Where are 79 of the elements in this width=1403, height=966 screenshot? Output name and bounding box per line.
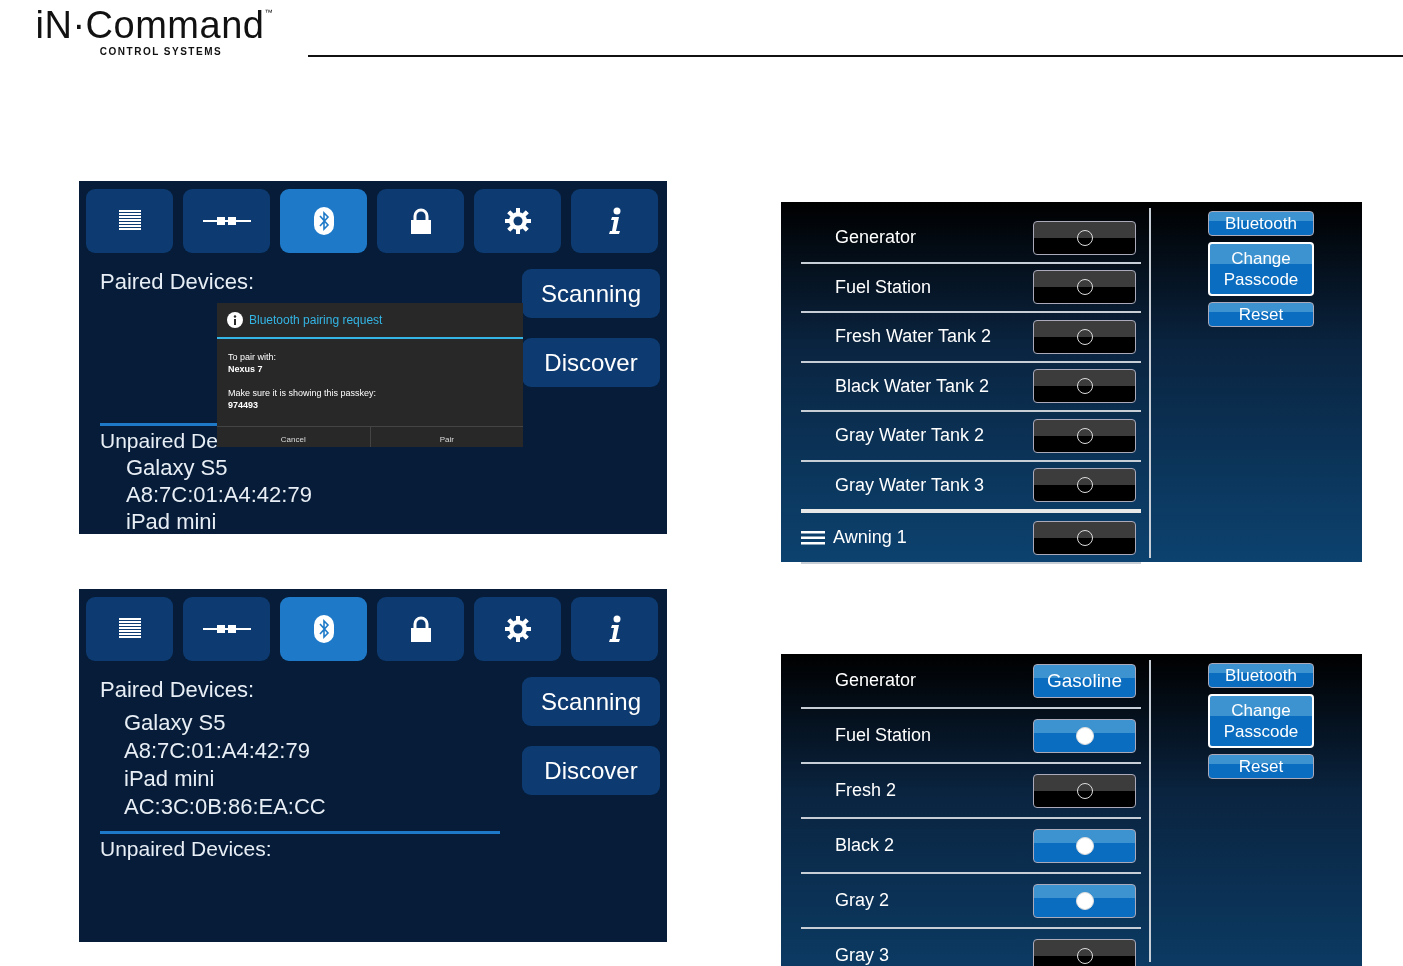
device-label: Awning 1 — [833, 527, 908, 548]
info-icon — [606, 207, 623, 235]
dialog-title: Bluetooth pairing request — [249, 313, 383, 327]
list-icon — [117, 617, 142, 641]
tab[interactable] — [377, 597, 464, 661]
panel-button[interactable]: Reset — [1208, 302, 1314, 327]
toggle-switch[interactable] — [1033, 319, 1136, 354]
device-entry[interactable]: A8:7C:01:A4:42:79 — [100, 737, 522, 765]
panel-button[interactable]: Change Passcode — [1208, 694, 1314, 748]
device-label: Fresh 2 — [834, 780, 898, 801]
device-entry[interactable]: Galaxy S5 — [100, 709, 522, 737]
toggle-switch[interactable] — [1033, 718, 1136, 753]
dialog-text: Nexus 7 — [228, 363, 264, 375]
device-entry[interactable]: A8:7C:01:A4:42:79 — [100, 481, 522, 508]
section-heading: Unpaired De — [100, 428, 218, 454]
device-label: Gray 2 — [834, 890, 891, 911]
bluetooth-icon — [313, 207, 334, 235]
device-label: Black Water Tank 2 — [834, 375, 991, 397]
bluetooth-icon — [313, 615, 334, 643]
device-label: Generator — [834, 670, 918, 691]
panel-button[interactable]: Reset — [1208, 754, 1314, 779]
panel-button[interactable]: Bluetooth — [1208, 211, 1314, 236]
connector-icon — [202, 215, 251, 227]
tab[interactable] — [474, 189, 561, 253]
section-heading: Paired Devices: — [100, 677, 256, 703]
toggle-switch[interactable] — [1033, 773, 1136, 808]
dialog-button[interactable]: Cancel — [217, 427, 370, 447]
info-icon — [227, 312, 243, 328]
device-entry[interactable]: iPad mini — [100, 765, 522, 793]
device-entry[interactable]: iPad mini — [100, 508, 522, 535]
connector-icon — [202, 623, 251, 635]
tab[interactable] — [571, 597, 658, 661]
device-entry[interactable]: AC:3C:0B:86:EA:CC — [100, 793, 522, 821]
logo-tagline: CONTROL SYSTEMS — [99, 46, 223, 57]
toggle-switch[interactable] — [1033, 883, 1136, 918]
toggle-switch[interactable] — [1033, 418, 1136, 453]
device-label: Gray Water Tank 3 — [834, 474, 986, 496]
tab[interactable] — [377, 189, 464, 253]
lock-icon — [409, 208, 432, 234]
toggle-switch[interactable] — [1033, 828, 1136, 863]
toggle-switch[interactable] — [1033, 369, 1136, 404]
device-label: Gray Water Tank 2 — [834, 425, 986, 447]
device-label: Fuel Station — [834, 725, 933, 746]
drag-handle-icon[interactable] — [801, 530, 825, 545]
trademark: ™ — [264, 8, 273, 17]
dropdown-button[interactable]: Gasoline — [1033, 663, 1136, 698]
info-icon — [606, 615, 623, 643]
device-label: Fresh Water Tank 2 — [834, 326, 993, 348]
device-entry[interactable]: Galaxy S5 — [100, 454, 522, 481]
toggle-switch[interactable] — [1033, 938, 1136, 966]
device-label: Fuel Station — [834, 276, 933, 298]
tab[interactable] — [183, 189, 270, 253]
list-icon — [117, 209, 142, 233]
action-button[interactable]: Scanning — [522, 269, 660, 318]
dialog-text: 974493 — [228, 399, 260, 411]
tab[interactable] — [571, 189, 658, 253]
toggle-switch[interactable] — [1033, 220, 1136, 255]
tab[interactable] — [474, 597, 561, 661]
lock-icon — [409, 616, 432, 642]
tab[interactable] — [86, 597, 173, 661]
dialog-text: To pair with: — [228, 351, 278, 363]
logo-wordmark: iN·Command — [35, 4, 265, 46]
panel-button[interactable]: Bluetooth — [1208, 663, 1314, 688]
tab[interactable] — [86, 189, 173, 253]
toggle-switch[interactable] — [1033, 270, 1136, 305]
dialog-button[interactable]: Pair — [369, 427, 523, 447]
section-heading: Paired Devices: — [100, 269, 256, 295]
toggle-switch[interactable] — [1033, 520, 1136, 555]
panel-button[interactable]: Change Passcode — [1208, 242, 1314, 296]
device-label: Generator — [834, 227, 918, 249]
action-button[interactable]: Discover — [522, 746, 660, 795]
toggle-switch[interactable] — [1033, 468, 1136, 503]
dialog-text: Make sure it is showing this passkey: — [228, 387, 378, 399]
device-label: Gray 3 — [834, 945, 891, 966]
action-button[interactable]: Scanning — [522, 677, 660, 726]
tab[interactable] — [183, 597, 270, 661]
action-button[interactable]: Discover — [522, 338, 660, 387]
section-heading: Unpaired Devices: — [100, 836, 272, 862]
device-label: Black 2 — [834, 835, 896, 856]
